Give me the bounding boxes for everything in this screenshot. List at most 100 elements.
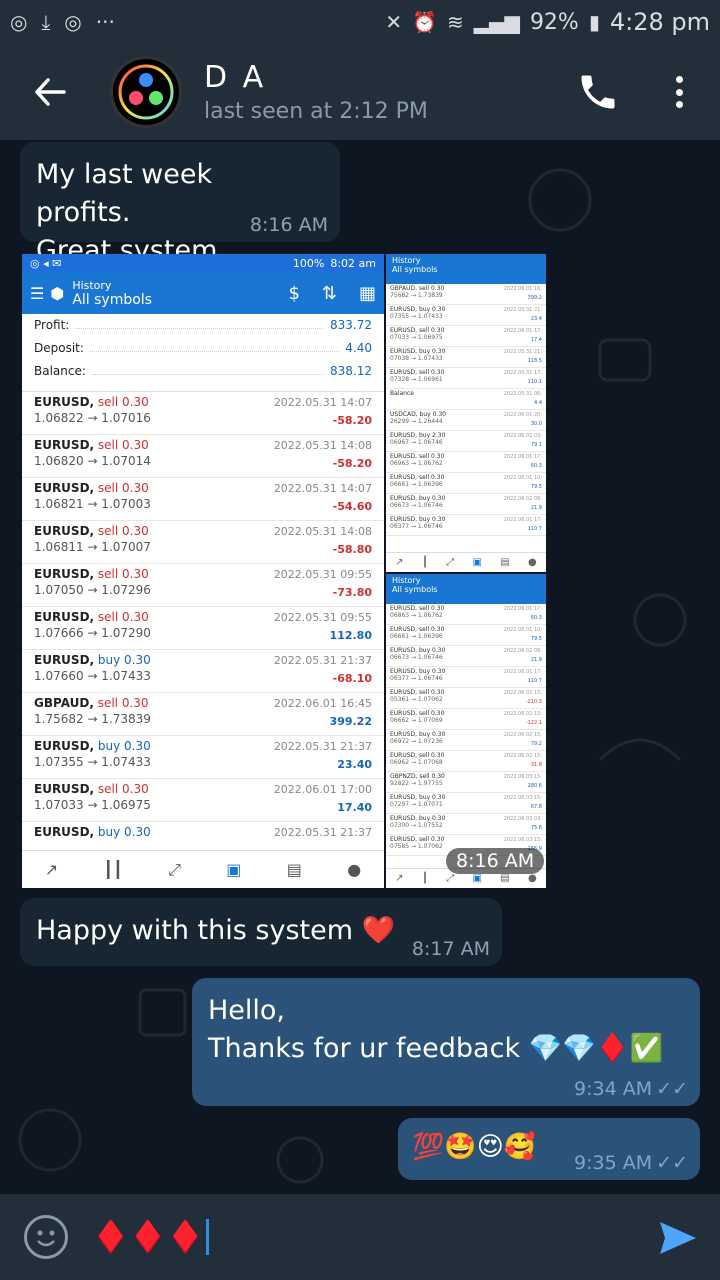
trade-side: sell 0.30 bbox=[97, 524, 149, 538]
trade-date: 2022.06.01 16:45 bbox=[273, 697, 372, 710]
double-check-icon: ✓✓ bbox=[656, 1152, 688, 1174]
phone-call-icon[interactable] bbox=[576, 70, 620, 114]
trade-symbol: EURUSD, bbox=[34, 610, 95, 624]
trade-history-screenshot[interactable]: ◎ ◂ ✉ 100% 8:02 am ☰ ⬢ History All symbo… bbox=[22, 254, 384, 888]
mini-trade-profit: 4.4 bbox=[534, 400, 542, 406]
mini-trade-row: EURUSD, sell 0.30 06963 → 1.06762 2022.06.… bbox=[386, 452, 546, 473]
message-input[interactable]: ♦️♦️♦️ bbox=[92, 1219, 210, 1255]
mini-trade-profit: 21.9 bbox=[530, 657, 542, 663]
chat-area[interactable]: My last week profits. Great system 8:16 … bbox=[0, 140, 720, 1194]
mini-trade-list: EURUSD, sell 0.30 06863 → 1.06762 2022.06.… bbox=[386, 604, 546, 856]
trade-prices: 1.06822 → 1.07016 bbox=[34, 411, 151, 425]
mini-trade-row: GBPNZD, sell 0.30 92822 → 1.97755 2022.06.… bbox=[386, 772, 546, 793]
mini-trade-date: 2022.06.02 15: bbox=[503, 753, 542, 759]
mini-trade-row: GBPAUD, sell 0.30 75682 → 1.73839 2022.06.… bbox=[386, 284, 546, 305]
trade-date: 2022.05.31 09:55 bbox=[273, 611, 372, 624]
mini-trade-prices: 06962 → 1.07068 bbox=[390, 759, 443, 766]
chart-icon: ┃┃ bbox=[103, 860, 123, 879]
screenshot-notification-icons: ◎ ◂ ✉ bbox=[30, 256, 62, 270]
mini-header: History All symbols bbox=[386, 574, 546, 604]
app-logo-icon: ⬢ bbox=[50, 283, 65, 303]
mini-trade-prices: 07297 → 1.07071 bbox=[390, 801, 443, 808]
trade-side: sell 0.30 bbox=[97, 395, 149, 409]
trade-prices: 1.07033 → 1.06975 bbox=[34, 798, 151, 812]
mini-trade-profit: 118.5 bbox=[527, 358, 542, 364]
mini-trade-date: 2022.06.01 17: bbox=[503, 606, 542, 612]
mini-trade-row: EURUSD, sell 0.30 07328 → 1.06961 2022.05.… bbox=[386, 368, 546, 389]
mini-trade-prices: 06661 → 1.06396 bbox=[390, 481, 443, 488]
trade-history-screenshot-2[interactable]: History All symbols GBPAUD, sell 0.30 756… bbox=[386, 254, 546, 572]
currency-icon: $ bbox=[288, 282, 300, 304]
history-icon: ▣ bbox=[226, 860, 242, 879]
mini-bottom-nav: ↗ ┃ ⤢ ▣ ▤ ● bbox=[386, 552, 546, 572]
trade-symbol: GBPAUD, bbox=[34, 696, 94, 710]
trade-profit: 112.80 bbox=[329, 629, 372, 642]
mini-trade-row: EURUSD, buy 0.30 06972 → 1.07236 2022.06.0… bbox=[386, 730, 546, 751]
mini-trade-row: EURUSD, buy 0.30 06673 → 1.06746 2022.06.0… bbox=[386, 494, 546, 515]
mini-trade-profit: 17.4 bbox=[530, 337, 542, 343]
avatar[interactable] bbox=[110, 56, 182, 128]
contact-name[interactable]: D A bbox=[204, 60, 428, 95]
download-icon: ⤓ bbox=[41, 10, 51, 34]
summary-value: 833.72 bbox=[330, 318, 372, 332]
trade-profit: 399.22 bbox=[329, 715, 372, 728]
trade-date: 2022.05.31 14:08 bbox=[273, 525, 372, 538]
outgoing-message[interactable]: Hello, Thanks for ur feedback 💎💎♦️✅ 9:34… bbox=[192, 978, 700, 1106]
double-check-icon: ✓✓ bbox=[656, 1078, 688, 1100]
wifi-icon: ≋ bbox=[447, 10, 464, 34]
trade-profit: -58.20 bbox=[332, 457, 372, 470]
trade-symbol: EURUSD, bbox=[34, 438, 95, 452]
trade-row: GBPAUD, sell 0.30 1.75682 → 1.73839 2022.0… bbox=[22, 693, 384, 736]
mini-trade-row: EURUSD, buy 0.30 06377 → 1.06746 2022.06.0… bbox=[386, 515, 546, 536]
mini-trade-row: EURUSD, buy 0.30 07038 → 1.07433 2022.05.3… bbox=[386, 347, 546, 368]
summary-label: Profit: bbox=[34, 318, 70, 332]
mini-trade-date: 2022.06.03 15: bbox=[503, 795, 542, 801]
outgoing-message[interactable]: 💯🤩😍🥰 9:35 AM ✓✓ bbox=[398, 1118, 700, 1180]
trade-side: buy 0.30 bbox=[97, 739, 151, 753]
mini-trade-date: 2022.06.02 15: bbox=[503, 711, 542, 717]
trade-side: sell 0.30 bbox=[97, 782, 149, 796]
mini-trade-row: EURUSD, sell 0.30 05361 → 1.07062 2022.06.… bbox=[386, 688, 546, 709]
mini-trade-row: Balance 2022.05.31 06: 4.4 bbox=[386, 389, 546, 410]
trade-row: EURUSD, buy 0.30 1.07355 → 1.07433 2022.05… bbox=[22, 736, 384, 779]
trade-history-screenshot-3[interactable]: History All symbols EURUSD, sell 0.30 068… bbox=[386, 574, 546, 888]
mini-trade-date: 2022.06.01 10: bbox=[503, 475, 542, 481]
message-input-text: ♦️♦️♦️ bbox=[92, 1219, 205, 1255]
trade-profit: -54.60 bbox=[332, 500, 372, 513]
screenshot-title: All symbols bbox=[72, 291, 152, 308]
trade-row: EURUSD, sell 0.30 1.06822 → 1.07016 2022.0… bbox=[22, 392, 384, 435]
trade-symbol: EURUSD, bbox=[34, 481, 95, 495]
screenshot-title-small: History bbox=[72, 278, 112, 292]
summary-label: Balance: bbox=[34, 364, 86, 378]
trade-side: sell 0.30 bbox=[97, 696, 149, 710]
back-arrow-icon[interactable] bbox=[20, 62, 80, 122]
mini-trade-row: EURUSD, sell 0.30 06661 → 1.06396 2022.06.… bbox=[386, 473, 546, 494]
incoming-message[interactable]: My last week profits. Great system 8:16 … bbox=[20, 142, 340, 266]
trade-list: EURUSD, sell 0.30 1.06822 → 1.07016 2022.0… bbox=[22, 392, 384, 865]
incoming-message[interactable]: Happy with this system ❤️ 8:17 AM bbox=[20, 898, 502, 966]
send-icon[interactable] bbox=[658, 1220, 698, 1256]
trade-side: sell 0.30 bbox=[97, 481, 149, 495]
signal-icon: ▂▄▆ bbox=[473, 10, 520, 34]
summary-label: Deposit: bbox=[34, 341, 84, 355]
hamburger-icon: ☰ bbox=[30, 283, 45, 303]
message-text: 💯🤩😍🥰 bbox=[412, 1132, 537, 1162]
mini-trade-date: 2022.06.02 09: bbox=[503, 496, 542, 502]
instagram-icon: ◎ bbox=[10, 10, 28, 34]
more-options-icon[interactable] bbox=[664, 72, 694, 112]
mini-trade-prices: 06377 → 1.06746 bbox=[390, 675, 443, 682]
mini-trade-profit: 21.9 bbox=[530, 505, 542, 511]
trade-row: EURUSD, sell 0.30 1.06821 → 1.07003 2022.0… bbox=[22, 478, 384, 521]
mini-trade-profit: -210.3 bbox=[525, 699, 542, 705]
trade-symbol: EURUSD, bbox=[34, 653, 95, 667]
instagram-icon: ◎ bbox=[64, 10, 82, 34]
mini-trade-profit: 79.1 bbox=[530, 442, 542, 448]
battery-icon: ▮ bbox=[588, 10, 600, 34]
trade-side: sell 0.30 bbox=[97, 438, 149, 452]
trade-date: 2022.05.31 21:37 bbox=[273, 826, 372, 839]
trade-date: 2022.05.31 14:07 bbox=[273, 482, 372, 495]
mini-trade-row: EURUSD, buy 0.30 06673 → 1.06746 2022.06.0… bbox=[386, 646, 546, 667]
emoji-icon[interactable] bbox=[24, 1215, 68, 1259]
trade-prices: 1.07050 → 1.07296 bbox=[34, 583, 151, 597]
mini-trade-list: GBPAUD, sell 0.30 75682 → 1.73839 2022.06.… bbox=[386, 284, 546, 536]
